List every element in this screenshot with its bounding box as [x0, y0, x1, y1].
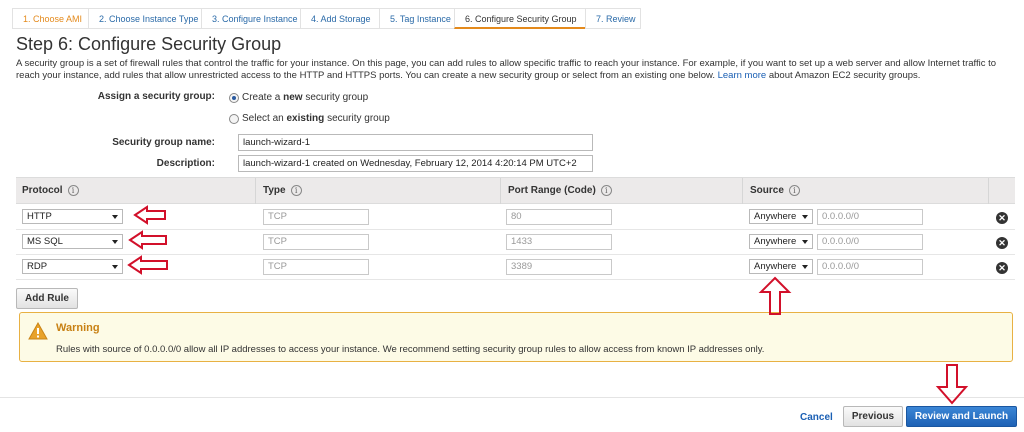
annotation-arrow-down-icon — [935, 364, 969, 405]
cancel-link[interactable]: Cancel — [800, 412, 833, 423]
info-icon[interactable]: i — [600, 185, 612, 196]
protocol-header: Protocol i — [22, 185, 79, 196]
review-and-launch-button[interactable]: Review and Launch — [906, 406, 1017, 427]
port-range-field: 80 — [506, 209, 612, 225]
chevron-down-icon — [112, 265, 118, 269]
annotation-arrow-left-icon — [128, 230, 167, 250]
chevron-down-icon — [112, 215, 118, 219]
annotation-arrow-left-icon — [133, 205, 166, 225]
info-icon[interactable]: i — [788, 185, 800, 196]
port-range-field: 1433 — [506, 234, 612, 250]
group-name-input[interactable]: launch-wizard-1 — [238, 134, 593, 151]
chevron-down-icon — [802, 240, 808, 244]
previous-button[interactable]: Previous — [843, 406, 903, 427]
protocol-select[interactable]: HTTP — [22, 209, 123, 224]
tab-choose-ami[interactable]: 1. Choose AMI — [12, 8, 88, 29]
port-range-field: 3389 — [506, 259, 612, 275]
page-description: A security group is a set of firewall ru… — [16, 58, 1016, 82]
source-select[interactable]: Anywhere — [749, 259, 813, 274]
radio-create-new[interactable]: Create a new security group — [229, 92, 368, 103]
tab-tag-instance[interactable]: 5. Tag Instance — [379, 8, 454, 29]
radio-select-existing[interactable]: Select an existing security group — [229, 113, 390, 124]
source-select[interactable]: Anywhere — [749, 234, 813, 249]
tab-choose-instance-type[interactable]: 2. Choose Instance Type — [88, 8, 201, 29]
protocol-select[interactable]: RDP — [22, 259, 123, 274]
assign-group-label: Assign a security group: — [97, 91, 215, 102]
type-field: TCP — [263, 209, 369, 225]
radio-select-label-bold: existing — [286, 113, 325, 124]
warning-text: Rules with source of 0.0.0.0/0 allow all… — [56, 344, 765, 355]
group-name-label: Security group name: — [112, 137, 215, 148]
radio-create-label-post: security group — [305, 92, 369, 103]
source-select[interactable]: Anywhere — [749, 209, 813, 224]
radio-create-new-button[interactable] — [229, 92, 239, 103]
radio-create-label-pre: Create a — [242, 92, 281, 103]
description-tail: about Amazon EC2 security groups. — [768, 70, 921, 81]
cidr-input[interactable]: 0.0.0.0/0 — [817, 209, 923, 225]
learn-more-link[interactable]: Learn more — [718, 70, 767, 81]
rules-table-header: Protocol i Type i Port Range (Code) i Sourc… — [16, 177, 1015, 204]
info-icon[interactable]: i — [290, 185, 302, 196]
group-description-label: Description: — [156, 158, 215, 169]
remove-rule-icon[interactable]: ✕ — [996, 212, 1008, 224]
remove-rule-icon[interactable]: ✕ — [996, 262, 1008, 274]
wizard-tabs: 1. Choose AMI 2. Choose Instance Type 3.… — [12, 8, 641, 29]
radio-select-label-pre: Select an — [242, 113, 284, 124]
add-rule-button[interactable]: Add Rule — [16, 288, 78, 309]
type-header: Type i — [263, 185, 302, 196]
type-field: TCP — [263, 259, 369, 275]
radio-select-existing-button[interactable] — [229, 113, 239, 124]
tab-configure-instance[interactable]: 3. Configure Instance — [201, 8, 300, 29]
protocol-select[interactable]: MS SQL — [22, 234, 123, 249]
tab-add-storage[interactable]: 4. Add Storage — [300, 8, 379, 29]
cidr-input[interactable]: 0.0.0.0/0 — [817, 259, 923, 275]
annotation-arrow-up-icon — [758, 276, 792, 315]
warning-title: Warning — [56, 322, 100, 334]
page-title: Step 6: Configure Security Group — [16, 34, 282, 54]
footer-divider — [0, 397, 1024, 398]
radio-create-label-bold: new — [283, 92, 303, 103]
chevron-down-icon — [802, 265, 808, 269]
chevron-down-icon — [112, 240, 118, 244]
source-header: Source i — [750, 185, 800, 196]
info-icon[interactable]: i — [67, 185, 79, 196]
remove-rule-icon[interactable]: ✕ — [996, 237, 1008, 249]
chevron-down-icon — [802, 215, 808, 219]
warning-box: Warning Rules with source of 0.0.0.0/0 a… — [19, 312, 1013, 362]
cidr-input[interactable]: 0.0.0.0/0 — [817, 234, 923, 250]
annotation-arrow-left-icon — [127, 255, 168, 275]
radio-select-label-post: security group — [327, 113, 390, 124]
warning-triangle-icon — [28, 322, 48, 340]
port-range-header: Port Range (Code) i — [508, 185, 612, 196]
type-field: TCP — [263, 234, 369, 250]
tab-review[interactable]: 7. Review — [585, 8, 641, 29]
tab-configure-security-group[interactable]: 6. Configure Security Group — [454, 8, 585, 29]
group-description-input[interactable]: launch-wizard-1 created on Wednesday, Fe… — [238, 155, 593, 172]
